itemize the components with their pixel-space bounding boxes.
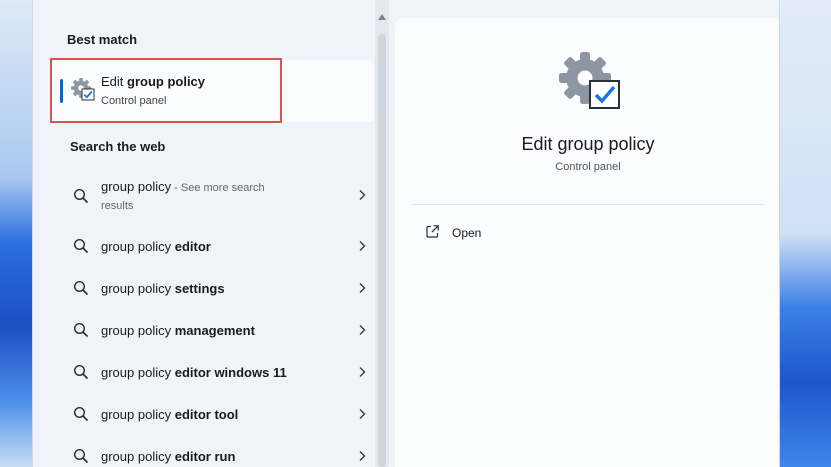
best-match-subtitle: Control panel [101, 95, 167, 107]
web-result-item[interactable]: group policy management [63, 309, 375, 351]
search-web-heading: Search the web [70, 139, 166, 154]
web-result-label: group policy - See more search [101, 179, 265, 194]
best-match-title: Edit group policy [101, 74, 206, 89]
web-result-item[interactable]: group policy editor windows 11 [63, 351, 375, 393]
open-external-icon [426, 225, 439, 238]
open-action[interactable]: Open [411, 218, 765, 246]
search-icon [73, 364, 89, 380]
web-result-label-line2: results [101, 200, 134, 212]
gear-checkbox-icon [559, 52, 620, 109]
chevron-right-icon [359, 325, 366, 335]
results-pane: Best match Edit group policy Control pan… [33, 0, 375, 467]
open-label: Open [452, 226, 482, 240]
web-result-item[interactable]: group policy - See more search results [63, 174, 375, 222]
chevron-right-icon [359, 409, 366, 419]
start-search-window: Best match Edit group policy Control pan… [32, 0, 780, 467]
web-result-label: group policy management [101, 323, 255, 338]
chevron-right-icon [359, 451, 366, 461]
web-result-item[interactable]: group policy editor tool [63, 393, 375, 435]
results-scrollbar[interactable] [375, 0, 389, 467]
scrollbar-thumb[interactable] [378, 34, 386, 467]
web-result-item[interactable]: group policy editor run [63, 435, 375, 467]
preview-title: Edit group policy [521, 134, 655, 154]
search-icon [73, 280, 89, 296]
gear-checkbox-icon [71, 78, 95, 101]
chevron-right-icon [359, 241, 366, 251]
best-match-heading: Best match [67, 32, 138, 47]
scroll-up-arrow-icon[interactable] [378, 14, 386, 20]
desktop-wallpaper-left [0, 0, 32, 467]
search-icon [73, 188, 89, 204]
chevron-right-icon [359, 283, 366, 293]
web-result-label: group policy editor tool [101, 407, 239, 422]
web-result-label: group policy editor run [101, 449, 236, 464]
web-result-label: group policy settings [101, 281, 225, 296]
chevron-right-icon [359, 190, 366, 200]
best-match-item[interactable]: Edit group policy Control panel [51, 60, 374, 122]
search-icon [73, 406, 89, 422]
web-result-label: group policy editor windows 11 [101, 365, 287, 380]
preview-divider [411, 204, 765, 205]
search-icon [73, 322, 89, 338]
search-icon [73, 238, 89, 254]
desktop-wallpaper-right [780, 0, 831, 467]
web-result-label: group policy editor [101, 239, 211, 254]
chevron-right-icon [359, 367, 366, 377]
web-result-item[interactable]: group policy settings [63, 267, 375, 309]
preview-subtitle: Control panel [555, 161, 621, 173]
search-icon [73, 448, 89, 464]
selection-indicator [60, 79, 63, 103]
preview-pane: Edit group policy Control panel Open [395, 18, 779, 467]
web-result-item[interactable]: group policy editor [63, 225, 375, 267]
